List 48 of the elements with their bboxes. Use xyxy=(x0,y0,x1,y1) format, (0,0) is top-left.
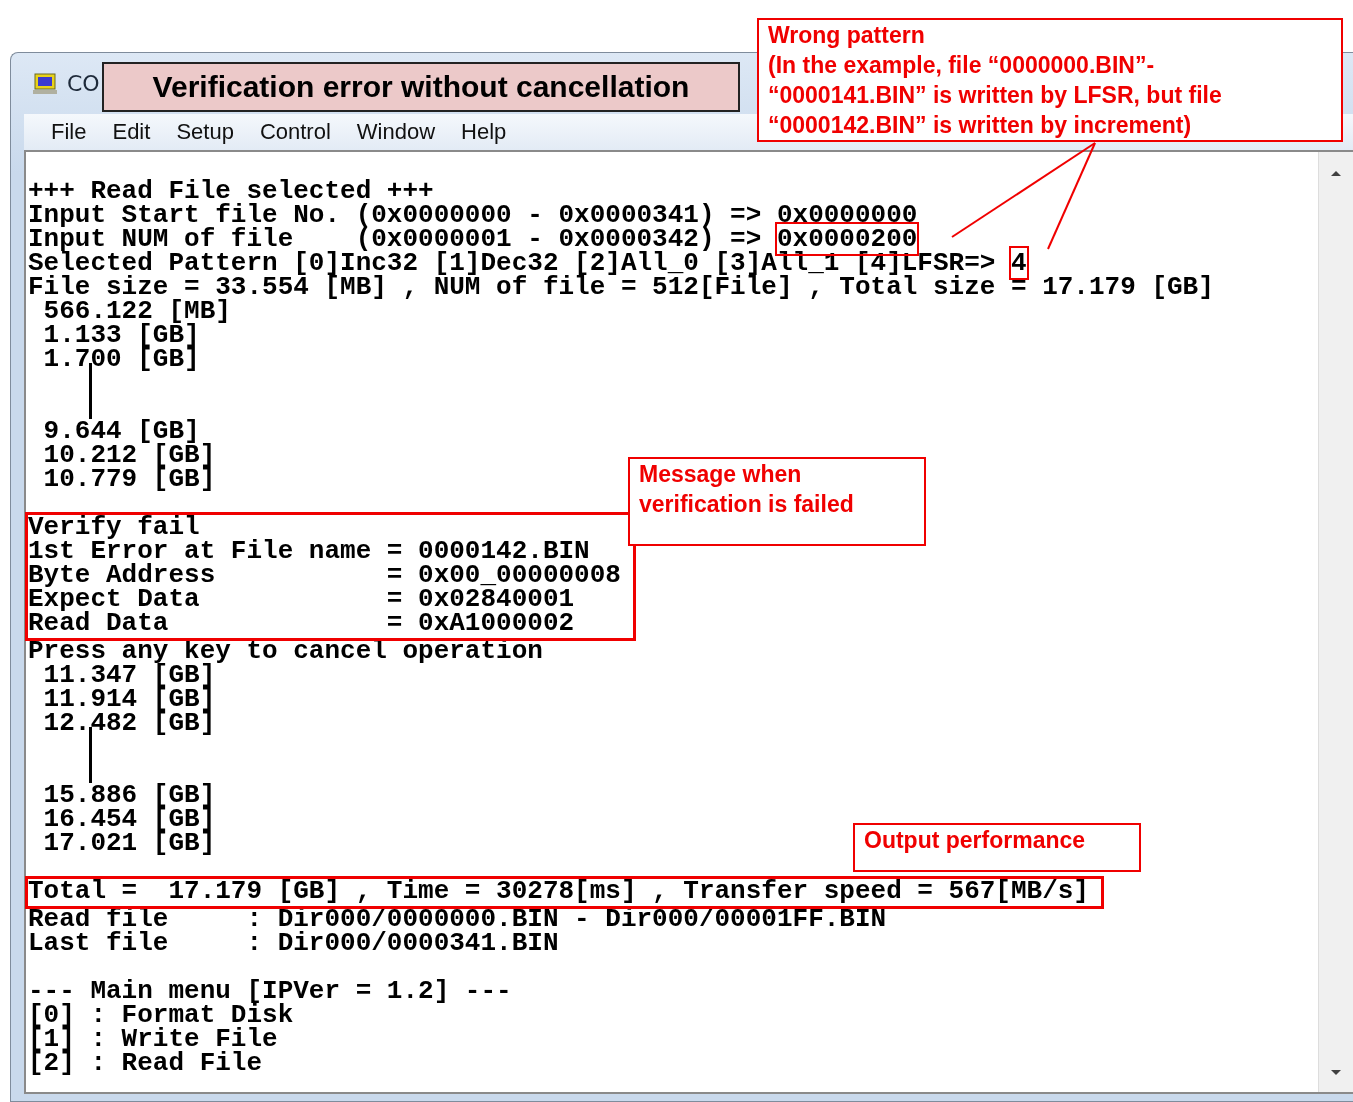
terminal-line: Input NUM of file (0x0000001 - 0x0000342) => 0x0000200 xyxy=(28,227,918,251)
callout-line: (In the example, file “0000000.BIN”- xyxy=(768,51,1156,80)
terminal-line: [1] : Write File xyxy=(28,1027,278,1051)
callout-line: Message when xyxy=(639,460,803,489)
terminal-line: 17.021 [GB] xyxy=(42,831,216,855)
callout-line: verification is failed xyxy=(639,490,855,519)
terminal-line: 566.122 [MB] xyxy=(42,299,231,323)
app-icon xyxy=(33,72,57,95)
terminal-line: Read Data = 0xA1000002 xyxy=(28,611,575,635)
callout-line: “0000141.BIN” is written by LFSR, but file xyxy=(768,81,1223,110)
terminal-line: Last file : Dir000/0000341.BIN xyxy=(28,931,559,955)
terminal-line: Expect Data = 0x02840001 xyxy=(28,587,575,611)
terminal-line: Verify fail xyxy=(28,515,200,539)
terminal-line: 9.644 [GB] xyxy=(42,419,200,443)
terminal-line: 16.454 [GB] xyxy=(42,807,216,831)
highlighted-value: 4 xyxy=(1010,248,1027,278)
terminal-line: Input Start file No. (0x0000000 - 0x0000341) => 0x0000000 xyxy=(28,203,918,227)
scroll-down-icon[interactable] xyxy=(1329,1068,1343,1078)
terminal-line: 1st Error at File name = 0000142.BIN xyxy=(28,539,590,563)
menu-item[interactable]: File xyxy=(51,119,87,145)
terminal-line: Press any key to cancel operation xyxy=(28,639,543,663)
menu-item[interactable]: Control xyxy=(259,119,331,145)
terminal-line: [2] : Read File xyxy=(28,1051,263,1075)
menu-item[interactable]: Setup xyxy=(176,119,234,145)
window-title: CO xyxy=(67,71,100,96)
scroll-up-icon[interactable] xyxy=(1329,168,1343,178)
menu-item[interactable]: Help xyxy=(461,119,507,145)
terminal-line: [0] : Format Disk xyxy=(28,1003,294,1027)
callout-line: Wrong pattern xyxy=(768,21,926,50)
terminal-line: Byte Address = 0x00_00000008 xyxy=(28,563,621,587)
terminal-line: 10.212 [GB] xyxy=(42,443,216,467)
menu-item[interactable]: Window xyxy=(356,119,436,145)
title-banner: Verification error without cancellation xyxy=(102,62,740,112)
menu-item[interactable]: Edit xyxy=(112,119,151,145)
terminal-line: Total = 17.179 [GB] , Time = 30278[ms] , Transfer speed = 567[MB/s] xyxy=(28,879,1089,903)
callout-line: “0000142.BIN” is written by increment) xyxy=(768,111,1193,140)
terminal-line: 15.886 [GB] xyxy=(42,783,216,807)
callout-line: Output performance xyxy=(864,826,1087,855)
scrollbar[interactable] xyxy=(1318,152,1353,1092)
terminal-line: 1.133 [GB] xyxy=(42,323,200,347)
terminal-line: --- Main menu [IPVer = 1.2] --- xyxy=(28,979,512,1003)
terminal-line: 11.347 [GB] xyxy=(42,663,216,687)
terminal-line: 11.914 [GB] xyxy=(42,687,216,711)
terminal-line: 12.482 [GB] xyxy=(42,711,216,735)
terminal-line: 10.779 [GB] xyxy=(42,467,216,491)
terminal-line: File size = 33.554 [MB] , NUM of file = 512[File] , Total size = 17.179 [GB] xyxy=(28,275,1214,299)
terminal-line: +++ Read File selected +++ xyxy=(28,179,434,203)
terminal-line: 1.700 [GB] xyxy=(42,347,200,371)
